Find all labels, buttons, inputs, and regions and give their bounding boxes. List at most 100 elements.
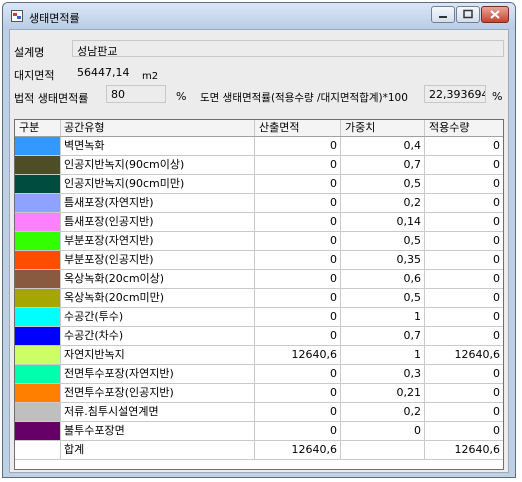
weight-cell[interactable]: 0,7 xyxy=(341,156,425,174)
area-cell[interactable]: 0 xyxy=(255,327,341,345)
category-color-swatch[interactable] xyxy=(15,156,61,174)
area-cell[interactable]: 0 xyxy=(255,289,341,307)
category-color-swatch[interactable] xyxy=(15,175,61,193)
weight-cell[interactable] xyxy=(341,441,425,459)
weight-cell[interactable]: 1 xyxy=(341,308,425,326)
applied-cell[interactable]: 0 xyxy=(425,308,503,326)
table-row[interactable]: 옥상녹화(20cm이상) 0 0,6 0 xyxy=(15,270,503,289)
table-row[interactable]: 틈새포장(인공지반) 0 0,14 0 xyxy=(15,213,503,232)
header-space-type[interactable]: 공간유형 xyxy=(61,120,255,136)
category-color-swatch[interactable] xyxy=(15,194,61,212)
category-color-swatch[interactable] xyxy=(15,441,61,459)
weight-cell[interactable]: 0,2 xyxy=(341,403,425,421)
area-cell[interactable]: 0 xyxy=(255,137,341,155)
table-row[interactable]: 저류.침투시설연계면 0 0,2 0 xyxy=(15,403,503,422)
applied-cell[interactable]: 0 xyxy=(425,384,503,402)
space-type-cell[interactable]: 틈새포장(인공지반) xyxy=(61,213,255,231)
space-type-cell[interactable]: 불투수포장면 xyxy=(61,422,255,440)
category-color-swatch[interactable] xyxy=(15,270,61,288)
space-type-cell[interactable]: 저류.침투시설연계면 xyxy=(61,403,255,421)
area-cell[interactable]: 0 xyxy=(255,156,341,174)
applied-cell[interactable]: 0 xyxy=(425,251,503,269)
applied-cell[interactable]: 0 xyxy=(425,327,503,345)
title-bar[interactable]: 생태면적률 xyxy=(3,3,515,29)
table-row[interactable]: 인공지반녹지(90cm미만) 0 0,5 0 xyxy=(15,175,503,194)
area-cell[interactable]: 0 xyxy=(255,213,341,231)
table-row[interactable]: 부분포장(인공지반) 0 0,35 0 xyxy=(15,251,503,270)
area-cell[interactable]: 12640,6 xyxy=(255,441,341,459)
table-row[interactable]: 합계 12640,6 12640,6 xyxy=(15,441,503,460)
applied-cell[interactable]: 12640,6 xyxy=(425,346,503,364)
site-area-field[interactable]: 56447,14 xyxy=(72,63,138,80)
space-type-cell[interactable]: 자연지반녹지 xyxy=(61,346,255,364)
category-color-swatch[interactable] xyxy=(15,213,61,231)
table-row[interactable]: 전면투수포장(자연지반) 0 0,3 0 xyxy=(15,365,503,384)
space-type-cell[interactable]: 인공지반녹지(90cm이상) xyxy=(61,156,255,174)
header-applied[interactable]: 적용수량 xyxy=(425,120,503,136)
category-color-swatch[interactable] xyxy=(15,365,61,383)
area-cell[interactable]: 0 xyxy=(255,232,341,250)
category-color-swatch[interactable] xyxy=(15,384,61,402)
category-color-swatch[interactable] xyxy=(15,327,61,345)
weight-cell[interactable]: 0,5 xyxy=(341,175,425,193)
space-type-cell[interactable]: 수공간(차수) xyxy=(61,327,255,345)
space-type-cell[interactable]: 옥상녹화(20cm미만) xyxy=(61,289,255,307)
weight-cell[interactable]: 0,6 xyxy=(341,270,425,288)
area-cell[interactable]: 0 xyxy=(255,422,341,440)
area-cell[interactable]: 0 xyxy=(255,308,341,326)
space-type-cell[interactable]: 부분포장(인공지반) xyxy=(61,251,255,269)
table-row[interactable]: 불투수포장면 0 0 0 xyxy=(15,422,503,441)
eco-area-table[interactable]: 구분 공간유형 산출면적 가중치 적용수량 벽면녹화 0 0,4 0 인공지반녹지(90… xyxy=(14,119,504,470)
applied-cell[interactable]: 0 xyxy=(425,403,503,421)
area-cell[interactable]: 0 xyxy=(255,384,341,402)
applied-cell[interactable]: 0 xyxy=(425,213,503,231)
weight-cell[interactable]: 0,3 xyxy=(341,365,425,383)
category-color-swatch[interactable] xyxy=(15,251,61,269)
close-button[interactable] xyxy=(481,6,509,23)
category-color-swatch[interactable] xyxy=(15,308,61,326)
area-cell[interactable]: 12640,6 xyxy=(255,346,341,364)
area-cell[interactable]: 0 xyxy=(255,403,341,421)
applied-cell[interactable]: 0 xyxy=(425,422,503,440)
header-area[interactable]: 산출면적 xyxy=(255,120,341,136)
space-type-cell[interactable]: 수공간(투수) xyxy=(61,308,255,326)
weight-cell[interactable]: 0,35 xyxy=(341,251,425,269)
category-color-swatch[interactable] xyxy=(15,422,61,440)
weight-cell[interactable]: 0,7 xyxy=(341,327,425,345)
category-color-swatch[interactable] xyxy=(15,289,61,307)
category-color-swatch[interactable] xyxy=(15,346,61,364)
weight-cell[interactable]: 0 xyxy=(341,422,425,440)
area-cell[interactable]: 0 xyxy=(255,194,341,212)
space-type-cell[interactable]: 합계 xyxy=(61,441,255,459)
table-row[interactable]: 옥상녹화(20cm미만) 0 0,5 0 xyxy=(15,289,503,308)
applied-cell[interactable]: 0 xyxy=(425,289,503,307)
design-name-field[interactable]: 성남판교 xyxy=(72,40,504,57)
minimize-button[interactable] xyxy=(431,6,455,23)
table-row[interactable]: 벽면녹화 0 0,4 0 xyxy=(15,137,503,156)
weight-cell[interactable]: 0,4 xyxy=(341,137,425,155)
header-category[interactable]: 구분 xyxy=(15,120,61,136)
applied-cell[interactable]: 0 xyxy=(425,137,503,155)
legal-ratio-field[interactable]: 80 xyxy=(106,85,166,103)
table-row[interactable]: 전면투수포장(인공지반) 0 0,21 0 xyxy=(15,384,503,403)
category-color-swatch[interactable] xyxy=(15,403,61,421)
area-cell[interactable]: 0 xyxy=(255,270,341,288)
space-type-cell[interactable]: 부분포장(자연지반) xyxy=(61,232,255,250)
weight-cell[interactable]: 0,21 xyxy=(341,384,425,402)
space-type-cell[interactable]: 전면투수포장(자연지반) xyxy=(61,365,255,383)
applied-cell[interactable]: 0 xyxy=(425,365,503,383)
applied-cell[interactable]: 12640,6 xyxy=(425,441,503,459)
category-color-swatch[interactable] xyxy=(15,137,61,155)
space-type-cell[interactable]: 틈새포장(자연지반) xyxy=(61,194,255,212)
applied-cell[interactable]: 0 xyxy=(425,232,503,250)
weight-cell[interactable]: 0,14 xyxy=(341,213,425,231)
space-type-cell[interactable]: 옥상녹화(20cm이상) xyxy=(61,270,255,288)
area-cell[interactable]: 0 xyxy=(255,251,341,269)
table-row[interactable]: 인공지반녹지(90cm이상) 0 0,7 0 xyxy=(15,156,503,175)
table-row[interactable]: 수공간(투수) 0 1 0 xyxy=(15,308,503,327)
table-row[interactable]: 틈새포장(자연지반) 0 0,2 0 xyxy=(15,194,503,213)
table-row[interactable]: 부분포장(자연지반) 0 0,5 0 xyxy=(15,232,503,251)
applied-cell[interactable]: 0 xyxy=(425,270,503,288)
maximize-button[interactable] xyxy=(456,6,480,23)
table-row[interactable]: 자연지반녹지 12640,6 1 12640,6 xyxy=(15,346,503,365)
